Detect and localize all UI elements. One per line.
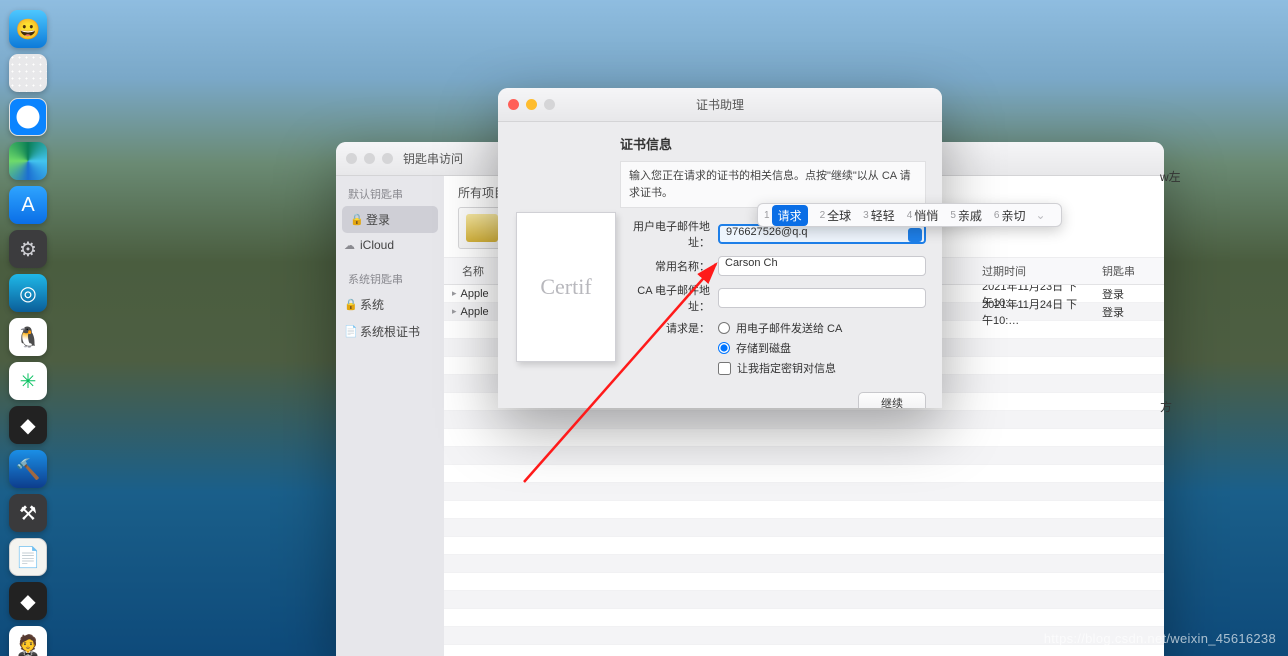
dock-settings[interactable]: ⚙ bbox=[9, 230, 47, 268]
checkbox-key-pair-info[interactable]: 让我指定密钥对信息 bbox=[718, 360, 926, 376]
table-row-empty bbox=[444, 465, 1164, 483]
dock-finder[interactable]: 😀 bbox=[9, 10, 47, 48]
dock-qq[interactable]: 🐧 bbox=[9, 318, 47, 356]
radio-input[interactable] bbox=[718, 342, 730, 354]
radio-input[interactable] bbox=[718, 322, 730, 334]
table-row-empty bbox=[444, 591, 1164, 609]
assistant-titlebar[interactable]: 证书助理 bbox=[498, 88, 942, 122]
sidebar-hdr-system: 系统钥匙串 bbox=[336, 267, 444, 291]
table-row-empty bbox=[444, 537, 1164, 555]
disclosure-icon[interactable]: ▸ bbox=[452, 306, 457, 317]
dropdown-icon[interactable] bbox=[908, 228, 922, 242]
truncated-text-2: 方 bbox=[1160, 398, 1172, 415]
minimize-icon[interactable] bbox=[526, 99, 537, 110]
label-request: 请求是： bbox=[620, 320, 718, 336]
dock-tool[interactable]: ⚒ bbox=[9, 494, 47, 532]
ca-email-field[interactable] bbox=[718, 288, 926, 308]
certificate-assistant-window: 证书助理 Certif 证书信息 输入您正在请求的证书的相关信息。点按"继续"以… bbox=[498, 88, 942, 408]
table-row-empty bbox=[444, 609, 1164, 627]
radio-email-to-ca[interactable]: 用电子邮件发送给 CA bbox=[718, 320, 926, 336]
assistant-illustration: Certif bbox=[498, 122, 616, 408]
sidebar-item-sysroot[interactable]: 📄 系统根证书 bbox=[336, 318, 444, 345]
table-row-empty bbox=[444, 483, 1164, 501]
watermark: https://blog.csdn.net/weixin_45616238 bbox=[1044, 631, 1276, 646]
close-icon[interactable] bbox=[508, 99, 519, 110]
dock-wechat[interactable]: ✳ bbox=[9, 362, 47, 400]
assistant-header: 证书信息 bbox=[620, 132, 926, 161]
table-row-empty bbox=[444, 501, 1164, 519]
checkbox-input[interactable] bbox=[718, 362, 731, 375]
certificate-image: Certif bbox=[516, 212, 616, 362]
sidebar-item-icloud[interactable]: ☁ iCloud bbox=[336, 233, 444, 257]
close-icon[interactable] bbox=[346, 153, 357, 164]
label-email: 用户电子邮件地址： bbox=[620, 218, 718, 250]
ime-candidate-5[interactable]: 5亲戚 bbox=[944, 207, 988, 224]
chevron-down-icon[interactable]: ⌄ bbox=[1035, 208, 1051, 222]
ime-candidate-3[interactable]: 3轻轻 bbox=[857, 207, 901, 224]
zoom-icon[interactable] bbox=[544, 99, 555, 110]
traffic-lights[interactable] bbox=[346, 153, 393, 164]
ime-candidate-2[interactable]: 2全球 bbox=[814, 207, 858, 224]
col-chain[interactable]: 钥匙串 bbox=[1094, 258, 1164, 284]
cloud-icon: ☁ bbox=[344, 239, 355, 252]
truncated-text: w左 bbox=[1160, 168, 1181, 185]
dock-quicktime[interactable]: ◎ bbox=[9, 274, 47, 312]
lock-icon: 🔒 bbox=[344, 298, 358, 311]
continue-button[interactable]: 继续 bbox=[858, 392, 926, 408]
table-row-empty bbox=[444, 555, 1164, 573]
disclosure-icon[interactable]: ▸ bbox=[452, 288, 457, 299]
sidebar-item-login[interactable]: 🔒 登录 bbox=[342, 206, 438, 233]
dock-unity2[interactable]: ◆ bbox=[9, 582, 47, 620]
assistant-title: 证书助理 bbox=[696, 96, 744, 113]
dock-safari[interactable] bbox=[9, 98, 47, 136]
dock-edge[interactable] bbox=[9, 142, 47, 180]
dock-notes[interactable]: 📄 bbox=[9, 538, 47, 576]
common-name-field[interactable]: Carson Ch bbox=[718, 256, 926, 276]
ime-candidate-bar[interactable]: 1请求2全球3轻轻4悄悄5亲戚6亲切⌄ bbox=[757, 203, 1062, 227]
ime-candidate-1[interactable]: 1请求 bbox=[758, 205, 814, 226]
dock-unity[interactable]: ◆ bbox=[9, 406, 47, 444]
keychain-title: 钥匙串访问 bbox=[403, 150, 463, 167]
table-row-empty bbox=[444, 519, 1164, 537]
cert-icon: 📄 bbox=[344, 325, 358, 338]
traffic-lights[interactable] bbox=[508, 99, 555, 110]
col-date[interactable]: 过期时间 bbox=[974, 258, 1094, 284]
dock-appstore[interactable]: A bbox=[9, 186, 47, 224]
minimize-icon[interactable] bbox=[364, 153, 375, 164]
keychain-sidebar: 默认钥匙串 🔒 登录 ☁ iCloud 系统钥匙串 🔒 系统 📄 系统根证书 bbox=[336, 176, 444, 656]
dock: 😀 A ⚙ ◎ 🐧 ✳ ◆ 🔨 ⚒ 📄 ◆ 🤵 bbox=[6, 10, 50, 656]
lock-icon: 🔒 bbox=[350, 213, 364, 226]
table-row-empty bbox=[444, 573, 1164, 591]
table-row-empty bbox=[444, 447, 1164, 465]
label-ca-email: CA 电子邮件地址： bbox=[620, 282, 718, 314]
dock-launchpad[interactable] bbox=[9, 54, 47, 92]
assistant-description: 输入您正在请求的证书的相关信息。点按"继续"以从 CA 请求证书。 bbox=[620, 161, 926, 208]
ime-candidate-4[interactable]: 4悄悄 bbox=[901, 207, 945, 224]
label-common-name: 常用名称： bbox=[620, 258, 718, 274]
ime-candidate-6[interactable]: 6亲切 bbox=[988, 207, 1032, 224]
email-field[interactable]: 976627526@q.q bbox=[718, 224, 926, 244]
sidebar-item-system[interactable]: 🔒 系统 bbox=[336, 291, 444, 318]
dock-xcode[interactable]: 🔨 bbox=[9, 450, 47, 488]
radio-save-to-disk[interactable]: 存储到磁盘 bbox=[718, 340, 926, 356]
table-row-empty bbox=[444, 411, 1164, 429]
dock-butler[interactable]: 🤵 bbox=[9, 626, 47, 656]
table-row-empty bbox=[444, 429, 1164, 447]
zoom-icon[interactable] bbox=[382, 153, 393, 164]
sidebar-hdr-default: 默认钥匙串 bbox=[336, 182, 444, 206]
